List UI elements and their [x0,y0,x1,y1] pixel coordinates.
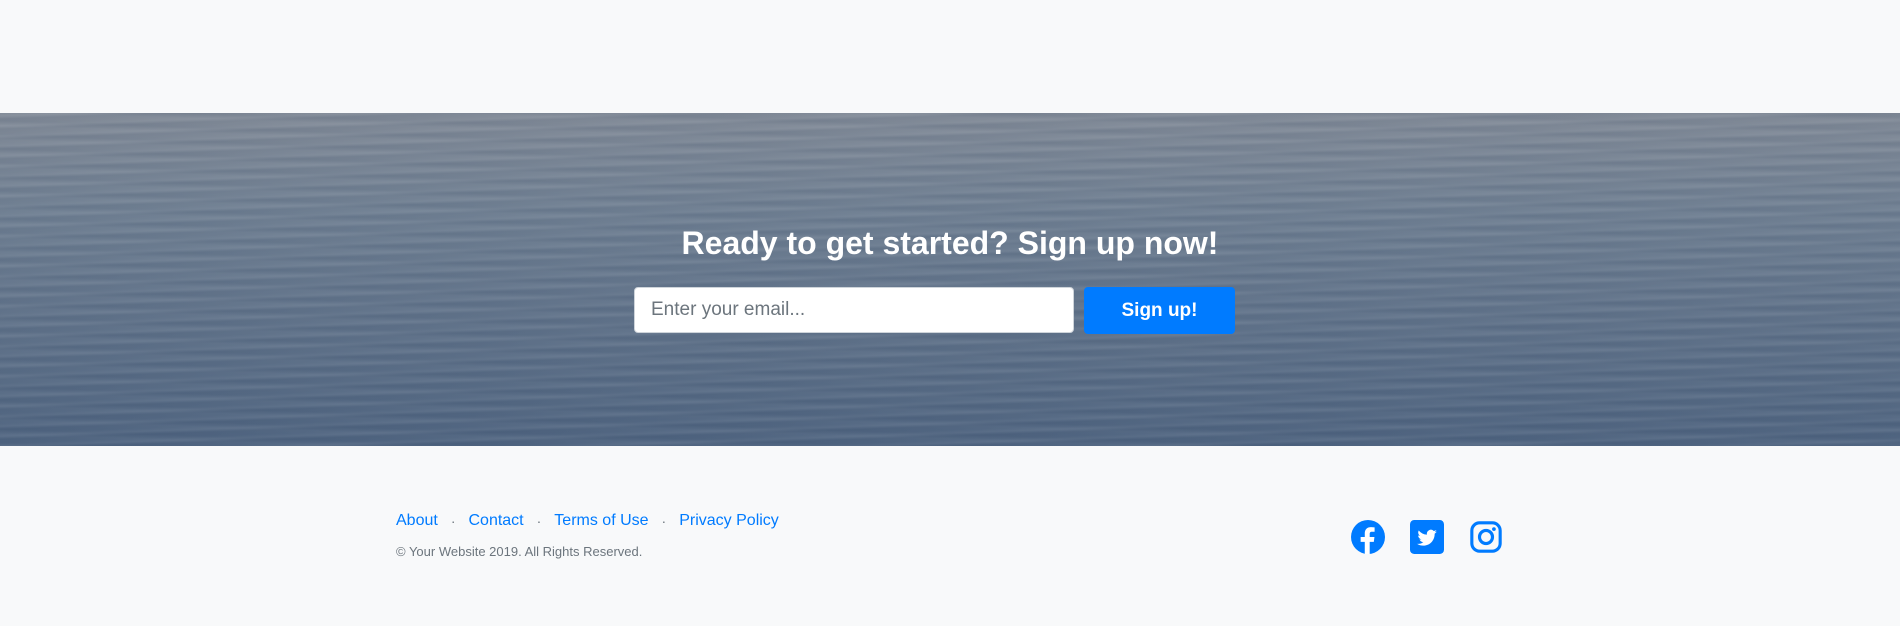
footer-link-privacy[interactable]: Privacy Policy [679,512,779,530]
footer: About · Contact · Terms of Use · Privacy… [0,446,1900,626]
footer-separator: · [450,513,456,529]
footer-separator: · [536,513,542,529]
call-to-action-section: Ready to get started? Sign up now! Sign … [0,113,1900,446]
twitter-link[interactable] [1410,520,1444,554]
twitter-icon [1410,520,1444,554]
footer-separator: · [661,513,667,529]
top-spacer [0,0,1900,113]
footer-links: About · Contact · Terms of Use · Privacy… [396,512,779,530]
copyright-text: © Your Website 2019. All Rights Reserved… [396,544,643,559]
facebook-link[interactable] [1351,520,1385,554]
call-to-action-content: Ready to get started? Sign up now! Sign … [0,113,1900,446]
signup-form: Sign up! [634,287,1235,334]
footer-link-contact[interactable]: Contact [468,512,523,530]
social-links [1351,520,1503,554]
email-input[interactable] [634,287,1074,333]
instagram-icon [1470,521,1502,553]
signup-button[interactable]: Sign up! [1084,287,1235,334]
footer-link-terms[interactable]: Terms of Use [554,512,648,530]
facebook-icon [1351,520,1385,554]
cta-title: Ready to get started? Sign up now! [681,225,1219,261]
instagram-link[interactable] [1469,520,1503,554]
footer-link-about[interactable]: About [396,512,438,530]
